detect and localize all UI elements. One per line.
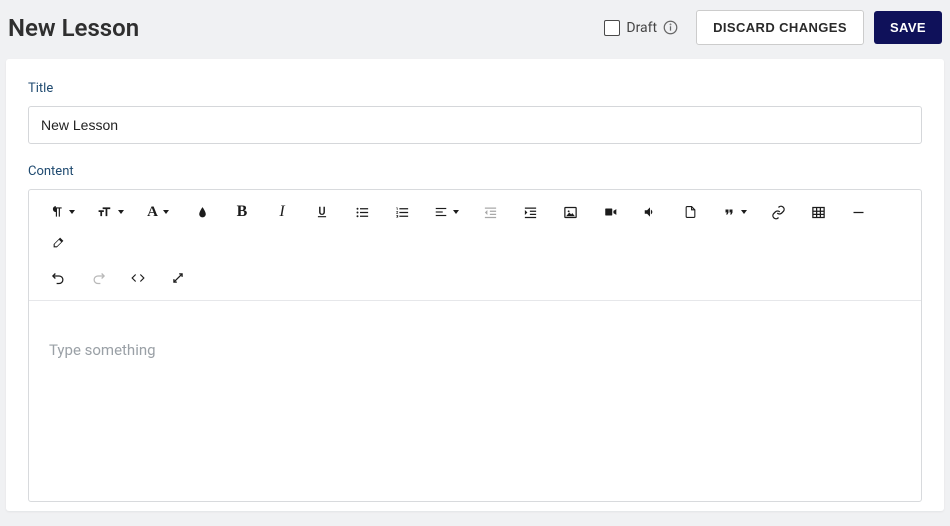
editor-placeholder: Type something [49,341,901,359]
page-title: New Lesson [8,14,139,42]
toolbar-row-2 [39,264,911,300]
content-label: Content [28,164,922,179]
insert-table-button[interactable] [799,198,837,226]
fullscreen-button[interactable] [159,264,197,292]
bold-button[interactable]: B [223,198,261,226]
text-color-button[interactable] [183,198,221,226]
form-panel: Title Content A [6,59,944,511]
toolbar-row-1: A B I [39,198,911,264]
paragraph-format-button[interactable] [39,198,85,226]
draft-checkbox[interactable] [604,20,620,36]
align-button[interactable] [423,198,469,226]
title-label: Title [28,81,922,96]
indent-button[interactable] [511,198,549,226]
ordered-list-button[interactable] [383,198,421,226]
discard-changes-button[interactable]: DISCARD CHANGES [696,10,864,45]
font-size-button[interactable] [87,198,133,226]
title-input[interactable] [28,106,922,144]
draft-control: Draft [604,20,678,36]
quote-button[interactable] [711,198,757,226]
font-family-button[interactable]: A [135,198,181,226]
undo-button[interactable] [39,264,77,292]
info-icon[interactable] [663,20,678,35]
code-view-button[interactable] [119,264,157,292]
editor-toolbar: A B I [29,190,921,301]
underline-button[interactable] [303,198,341,226]
horizontal-rule-button[interactable] [839,198,877,226]
save-button[interactable]: SAVE [874,11,942,44]
italic-button[interactable]: I [263,198,301,226]
insert-audio-button[interactable] [631,198,669,226]
insert-video-button[interactable] [591,198,629,226]
outdent-button[interactable] [471,198,509,226]
unordered-list-button[interactable] [343,198,381,226]
insert-file-button[interactable] [671,198,709,226]
header-actions: Draft DISCARD CHANGES SAVE [604,10,942,45]
insert-image-button[interactable] [551,198,589,226]
draft-label: Draft [626,20,657,36]
clear-formatting-button[interactable] [39,228,77,256]
page-header: New Lesson Draft DISCARD CHANGES SAVE [0,0,950,59]
editor-content-area[interactable]: Type something [29,301,921,501]
insert-link-button[interactable] [759,198,797,226]
redo-button[interactable] [79,264,117,292]
rich-text-editor: A B I [28,189,922,502]
